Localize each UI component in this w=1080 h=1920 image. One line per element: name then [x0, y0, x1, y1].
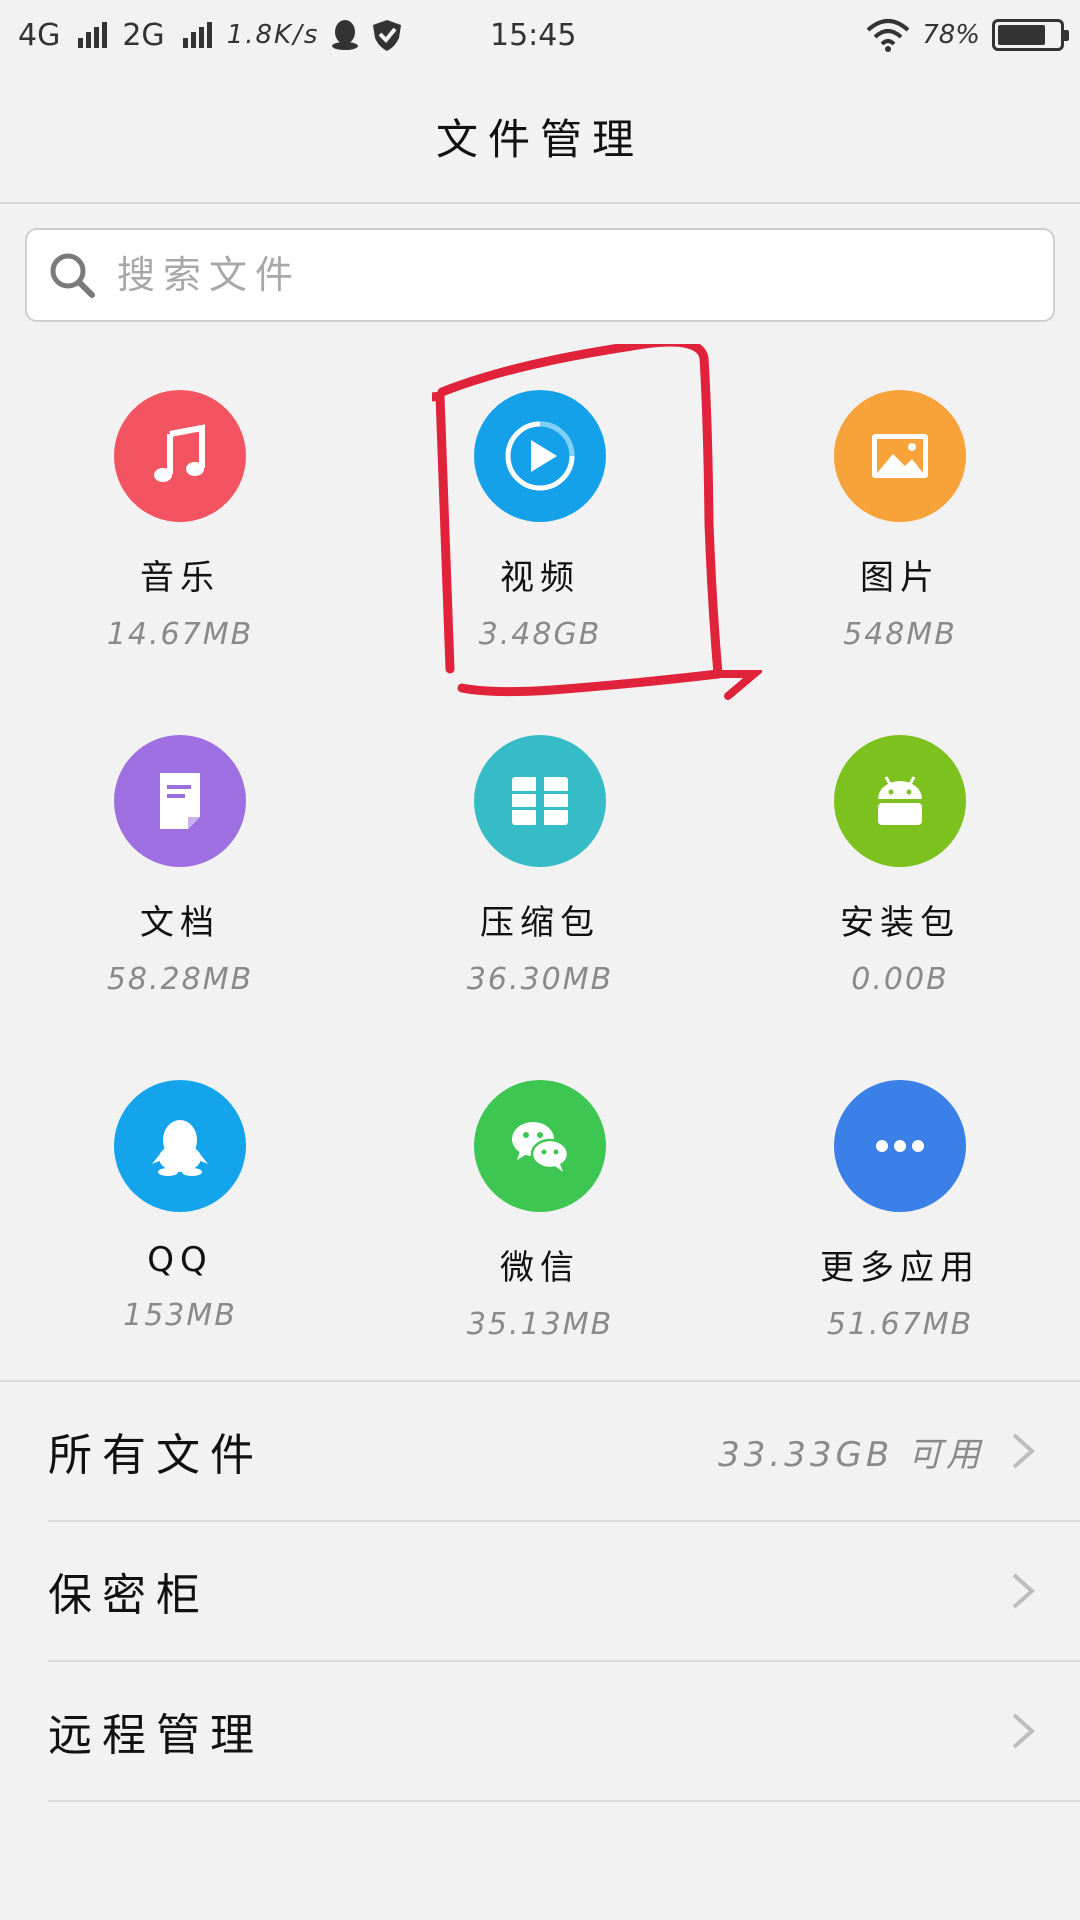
category-grid: 音乐 14.67MB 视频 3.48GB 图片 548MB 文档 58.28MB… — [0, 344, 1080, 1380]
category-icon-bg — [114, 1080, 246, 1212]
row-safe-box[interactable]: 保密柜 — [48, 1522, 1080, 1662]
search-section — [0, 206, 1080, 344]
music-icon — [154, 424, 205, 482]
signal-icon — [78, 22, 110, 48]
category-name: 微信 — [500, 1248, 580, 1288]
qq-penguin-icon — [152, 1120, 208, 1176]
row-remote-management[interactable]: 远程管理 — [48, 1662, 1080, 1802]
category-icon-bg — [834, 1080, 966, 1212]
search-input[interactable] — [117, 253, 977, 297]
chevron-right-icon — [1012, 1713, 1036, 1749]
search-icon — [50, 253, 95, 298]
category-size: 51.67MB — [826, 1307, 974, 1342]
chevron-right-icon — [1012, 1573, 1036, 1609]
category-name: 音乐 — [140, 558, 220, 598]
category-icon-bg — [474, 1080, 606, 1212]
category-size: 0.00B — [851, 962, 949, 997]
qq-notification-icon — [332, 20, 359, 50]
category-size: 58.28MB — [106, 962, 254, 997]
category-icon-bg — [114, 735, 246, 867]
status-bar: 4G 2G 1.8K/s 15:45 78% — [0, 0, 1080, 70]
category-wechat[interactable]: 微信 35.13MB — [360, 1034, 720, 1379]
signal-icon-2 — [182, 22, 215, 48]
battery-percent: 78% — [922, 20, 980, 50]
category-qq[interactable]: QQ 153MB — [0, 1034, 360, 1379]
category-size: 153MB — [123, 1298, 237, 1333]
category-icon-bg — [834, 390, 966, 522]
category-images[interactable]: 图片 548MB — [720, 344, 1080, 689]
network-speed: 1.8K/s — [226, 20, 320, 50]
row-label: 远程管理 — [48, 1710, 264, 1761]
category-icon-bg — [114, 390, 246, 522]
network-type-2: 2G — [122, 17, 165, 53]
network-type-1: 4G — [18, 17, 61, 53]
row-all-files[interactable]: 所有文件 33.33GB 可用 — [48, 1382, 1080, 1522]
wifi-icon — [866, 19, 910, 52]
android-icon — [878, 776, 922, 825]
category-icon-bg — [474, 735, 606, 867]
category-size: 3.48GB — [478, 617, 602, 652]
category-icon-bg — [474, 390, 606, 522]
document-icon — [160, 773, 200, 829]
category-more-apps[interactable]: 更多应用 51.67MB — [720, 1034, 1080, 1379]
page-title: 文件管理 — [435, 114, 644, 164]
category-music[interactable]: 音乐 14.67MB — [0, 344, 360, 689]
free-space-value: 33.33GB 可用 — [718, 1434, 984, 1475]
chevron-right-icon — [1012, 1433, 1036, 1469]
header: 文件管理 — [0, 70, 1080, 204]
row-label: 所有文件 — [48, 1430, 264, 1481]
category-name: 压缩包 — [480, 903, 600, 943]
category-name: QQ — [147, 1240, 213, 1280]
category-name: 更多应用 — [820, 1248, 980, 1288]
category-name: 文档 — [140, 903, 220, 943]
shield-icon — [373, 20, 402, 51]
wechat-icon — [512, 1122, 570, 1172]
more-dots-icon — [876, 1140, 924, 1152]
image-icon — [872, 434, 928, 478]
search-box[interactable] — [25, 228, 1055, 322]
category-size: 548MB — [843, 617, 957, 652]
category-archives[interactable]: 压缩包 36.30MB — [360, 689, 720, 1034]
category-size: 35.13MB — [466, 1307, 614, 1342]
video-play-icon — [505, 421, 575, 491]
battery-icon — [992, 19, 1069, 51]
row-label: 保密柜 — [48, 1570, 210, 1621]
category-name: 安装包 — [840, 903, 960, 943]
category-documents[interactable]: 文档 58.28MB — [0, 689, 360, 1034]
category-video[interactable]: 视频 3.48GB — [360, 344, 720, 689]
category-size: 36.30MB — [466, 962, 614, 997]
clock: 15:45 — [490, 18, 577, 53]
category-apk[interactable]: 安装包 0.00B — [720, 689, 1080, 1034]
archive-icon — [512, 777, 568, 825]
category-name: 视频 — [500, 558, 580, 598]
category-size: 14.67MB — [106, 617, 254, 652]
storage-list: 所有文件 33.33GB 可用 保密柜 远程管理 — [0, 1382, 1080, 1802]
category-icon-bg — [834, 735, 966, 867]
category-name: 图片 — [860, 558, 940, 598]
